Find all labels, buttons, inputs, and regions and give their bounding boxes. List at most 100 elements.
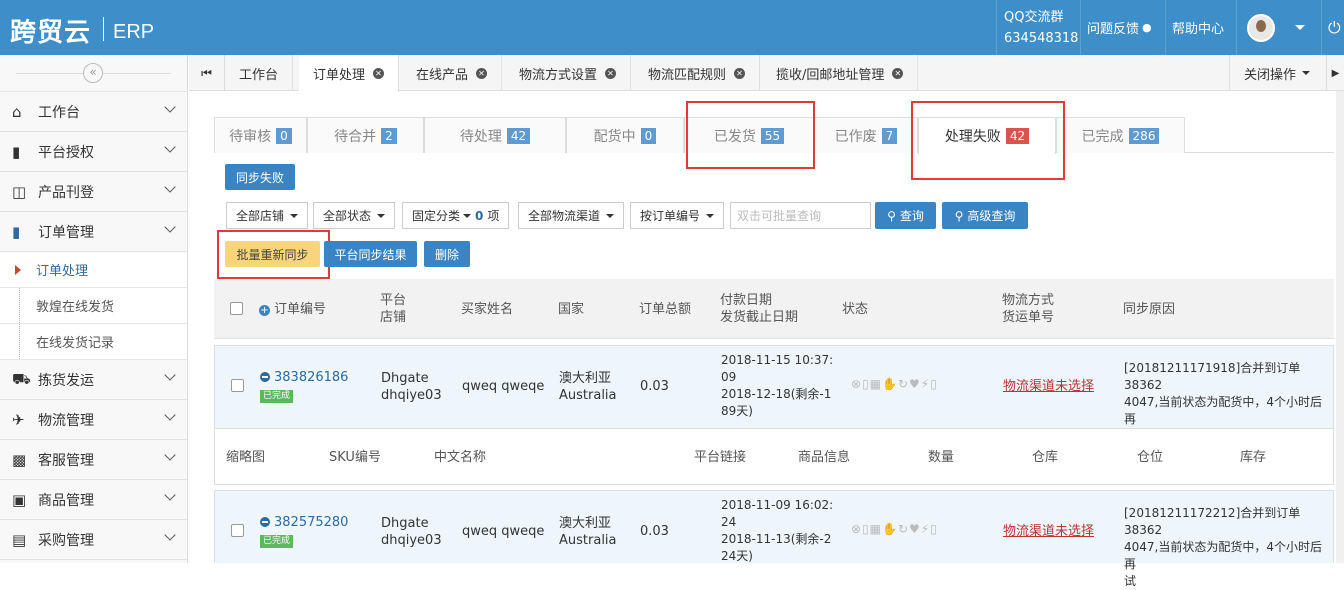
tab-order-processing[interactable]: 订单处理 ✕ — [299, 55, 400, 92]
sidebar-subitem-order-processing[interactable]: 订单处理 — [0, 252, 187, 288]
order-id-link[interactable]: 382575280 — [274, 515, 348, 530]
vertical-scrollbar[interactable] — [1336, 91, 1344, 563]
sidebar-subitem-shipping-records[interactable]: 在线发货记录 — [0, 324, 187, 360]
close-icon[interactable]: ✕ — [892, 67, 904, 79]
close-icon[interactable]: ✕ — [373, 68, 385, 79]
status-tab-label: 待处理 — [459, 128, 502, 145]
logistics-not-selected-link[interactable]: 物流渠道未选择 — [1003, 523, 1094, 540]
status-tab-pending[interactable]: 待处理 42 — [424, 117, 566, 153]
platform-sync-result-button[interactable]: 平台同步结果 — [324, 241, 417, 267]
sidebar-subitem-dhgate-shipping[interactable]: 敦煌在线发货 — [0, 288, 187, 324]
reason-line-3: 试 — [1124, 574, 1137, 588]
status-tab-pending-merge[interactable]: 待合并 2 — [307, 117, 424, 153]
delete-button[interactable]: 删除 — [424, 241, 470, 267]
buyer-cell: qweq qweqe — [462, 379, 545, 394]
sidebar-item-customer-service[interactable]: ▩ 客服管理 — [0, 440, 187, 480]
tab-logistics-rules[interactable]: 物流匹配规则 ✕ — [634, 55, 761, 91]
platform-value: Dhgate — [381, 516, 429, 531]
select-all-checkbox[interactable] — [230, 302, 243, 315]
help-center-button[interactable]: 帮助中心 — [1165, 0, 1234, 55]
user-menu[interactable] — [1236, 0, 1319, 55]
chevron-down-icon — [290, 213, 299, 218]
advanced-search-button[interactable]: ⚲ 高级查询 — [942, 202, 1028, 229]
expand-all-icon[interactable]: + — [259, 305, 270, 316]
status-tab-pending-review[interactable]: 待审核 0 — [214, 117, 307, 153]
avatar[interactable] — [1247, 13, 1275, 42]
order-no-header-label: 订单编号 — [274, 302, 327, 317]
close-icon[interactable]: ✕ — [476, 67, 488, 79]
chevron-down-icon — [606, 213, 615, 218]
country-en: Australia — [559, 388, 617, 403]
status-tab-voided[interactable]: 已作废 7 — [814, 117, 918, 153]
table-row[interactable]: 382575280 已完成 Dhgate dhqiye03 qweq qweqe… — [214, 490, 1334, 588]
count-badge: 0 — [640, 127, 657, 144]
close-operations-dropdown[interactable]: 关闭操作 — [1228, 55, 1324, 91]
order-id-cell[interactable]: 383826186 已完成 — [260, 369, 348, 403]
country-cn: 澳大利亚 — [559, 371, 612, 386]
tab-address-management[interactable]: 揽收/回邮地址管理 ✕ — [762, 55, 919, 91]
sidebar-item-goods[interactable]: ▣ 商品管理 — [0, 480, 187, 520]
category-filter-dropdown[interactable]: 固定分类 0 项 — [402, 202, 510, 229]
pay-date-line-1: 2018-11-15 10:37: — [721, 353, 834, 367]
highlight-box-failed — [911, 101, 1065, 180]
pay-date-header-label: 付款日期 — [720, 293, 773, 308]
status-tab-allocating[interactable]: 配货中 0 — [566, 117, 684, 153]
search-type-dropdown[interactable]: 按订单编号 — [630, 202, 725, 229]
phone-icon: ▯ — [930, 522, 938, 536]
tab-logistics-settings[interactable]: 物流方式设置 ✕ — [505, 55, 632, 91]
tab-online-products[interactable]: 在线产品 ✕ — [402, 55, 503, 91]
collapse-row-icon[interactable] — [260, 372, 270, 382]
qq-number: 634548318 — [1004, 30, 1079, 46]
heart-icon: ♥ — [909, 377, 921, 391]
sidebar-item-product-listing[interactable]: ◫ 产品刊登 — [0, 172, 187, 212]
row-checkbox[interactable] — [231, 524, 244, 537]
logistics-not-selected-link[interactable]: 物流渠道未选择 — [1003, 378, 1094, 395]
order-id-link[interactable]: 383826186 — [274, 370, 348, 385]
search-button[interactable]: ⚲ 查询 — [875, 202, 936, 229]
logistics-filter-dropdown[interactable]: 全部物流渠道 — [518, 202, 625, 229]
order-id-cell[interactable]: 382575280 已完成 — [260, 514, 348, 548]
column-header-dates: 付款日期 发货截止日期 — [720, 292, 798, 326]
pay-date-line-1: 2018-11-09 16:02: — [721, 498, 834, 512]
hand-icon: ✋ — [882, 522, 898, 536]
collapse-row-icon[interactable] — [260, 517, 270, 527]
deadline-line-1: 2018-11-13(剩余-2 — [721, 532, 832, 546]
sidebar-item-logistics[interactable]: ✈ 物流管理 — [0, 400, 187, 440]
tab-label: 在线产品 — [416, 67, 469, 83]
store-filter-dropdown[interactable]: 全部店铺 — [226, 202, 309, 229]
tab-workbench[interactable]: 工作台 — [225, 55, 294, 91]
sidebar-item-purchasing[interactable]: ▤ 采购管理 — [0, 520, 187, 560]
logo-divider — [103, 17, 104, 41]
pay-date-line-2: 24 — [721, 515, 737, 529]
batch-resync-button[interactable]: 批量重新同步 — [225, 241, 320, 267]
chevron-down-icon — [164, 181, 176, 193]
sidebar-item-order-management[interactable]: ▮ 订单管理 — [0, 212, 187, 252]
table-row[interactable]: 383826186 已完成 Dhgate dhqiye03 qweq qweqe… — [214, 345, 1334, 443]
chevron-down-icon — [164, 409, 176, 421]
search-input[interactable]: 双击可批量查询 — [730, 202, 871, 229]
subheader-platform-link: 平台链接 — [694, 450, 747, 465]
feedback-button[interactable]: 问题反馈 ● — [1080, 0, 1163, 55]
search-icon: ⚲ — [954, 208, 964, 223]
next-tab-icon[interactable]: ▶ — [1326, 55, 1344, 91]
column-header-platform: 平台 店铺 — [380, 292, 406, 326]
power-icon[interactable]: ⏻ — [1321, 0, 1344, 55]
sidebar-item-workbench[interactable]: ⌂ 工作台 — [0, 92, 187, 132]
qq-group[interactable]: QQ交流群 634548318 — [996, 0, 1078, 55]
close-icon[interactable]: ✕ — [605, 67, 617, 79]
sync-failed-button[interactable]: 同步失败 — [225, 164, 295, 190]
row-checkbox[interactable] — [231, 379, 244, 392]
sidebar-item-platform-auth[interactable]: ▮ 平台授权 — [0, 132, 187, 172]
status-tab-completed[interactable]: 已完成 286 — [1056, 117, 1185, 153]
app-logo[interactable]: 跨贸云 — [10, 12, 91, 49]
sync-reason-cell: [20181211172212]合并到订单38362 4047,当前状态为配货中… — [1124, 505, 1333, 590]
product-subheader-row: 缩略图 SKU编号 中文名称 平台链接 商品信息 数量 仓库 仓位 库存 — [214, 428, 1334, 485]
sidebar-item-picking-shipping[interactable]: ⛟ 拣货发运 — [0, 360, 187, 400]
status-filter-dropdown[interactable]: 全部状态 — [313, 202, 396, 229]
collapse-icon[interactable]: « — [83, 63, 103, 83]
status-tab-label: 配货中 — [593, 128, 636, 145]
column-header-order-no[interactable]: + 订单编号 — [259, 301, 326, 318]
close-icon[interactable]: ✕ — [734, 67, 746, 79]
first-tab-icon[interactable]: ⏮ — [189, 55, 225, 91]
sidebar-item-label: 工作台 — [38, 104, 80, 121]
